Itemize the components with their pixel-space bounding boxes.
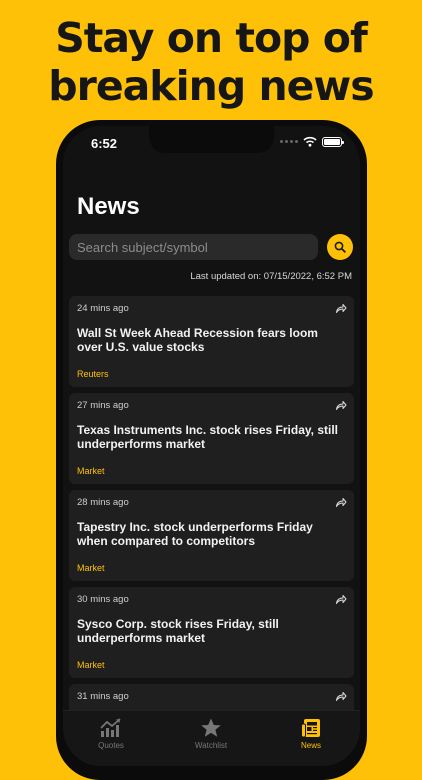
news-card[interactable]: 27 mins ago Texas Instruments Inc. stock… [69,393,354,484]
chart-icon [100,718,121,737]
news-card[interactable]: 30 mins ago Sysco Corp. stock rises Frid… [69,587,354,678]
search-button[interactable] [327,234,353,260]
news-headline: Tapestry Inc. stock underperforms Friday… [77,520,313,548]
news-headline: Wall St Week Ahead Recession fears loom … [77,326,318,354]
news-source[interactable]: Market [77,563,105,573]
tab-news[interactable]: News [281,717,341,750]
battery-icon [322,136,344,147]
news-time: 24 mins ago [77,303,129,314]
news-headline: Sysco Corp. stock rises Friday, still un… [77,617,279,645]
news-time: 28 mins ago [77,497,129,508]
news-source[interactable]: Reuters [77,369,109,379]
news-time: 27 mins ago [77,400,129,411]
page-title: News [77,193,140,220]
tab-watchlist[interactable]: Watchlist [181,717,241,750]
promo-headline-line-2: breaking news [48,62,374,110]
share-icon[interactable] [335,496,347,508]
wifi-icon [303,136,317,147]
status-icons [280,136,344,147]
tab-label-quotes: Quotes [98,741,124,750]
news-time: 31 mins ago [77,691,129,702]
news-source[interactable]: Market [77,466,105,476]
status-time: 6:52 [91,136,118,151]
share-icon[interactable] [335,399,347,411]
news-source[interactable]: Market [77,660,105,670]
news-card[interactable]: 28 mins ago Tapestry Inc. stock underper… [69,490,354,581]
newspaper-icon [301,719,320,738]
news-card[interactable]: 24 mins ago Wall St Week Ahead Recession… [69,296,354,387]
search-input[interactable] [69,234,318,260]
last-updated: Last updated on: 07/15/2022, 6:52 PM [190,271,352,282]
tab-bar: Quotes Watchlist News [63,710,360,766]
promo-headline-line-1: Stay on top of [55,14,368,62]
share-icon[interactable] [335,593,347,605]
cellular-icon [280,140,298,143]
tab-label-watchlist: Watchlist [194,741,228,750]
share-icon[interactable] [335,690,347,702]
search-icon [334,241,346,253]
notch [149,126,274,153]
news-feed[interactable]: 24 mins ago Wall St Week Ahead Recession… [69,296,354,766]
tab-label-news: News [300,741,321,750]
promo-headline: Stay on top of breaking news [0,14,422,110]
star-icon [201,718,221,737]
news-time: 30 mins ago [77,594,129,605]
news-headline: Texas Instruments Inc. stock rises Frida… [77,423,338,451]
share-icon[interactable] [335,302,347,314]
phone-screen: 6:52 News Last updated on: 07/15/2022, 6… [63,126,360,766]
tab-quotes[interactable]: Quotes [81,717,141,750]
